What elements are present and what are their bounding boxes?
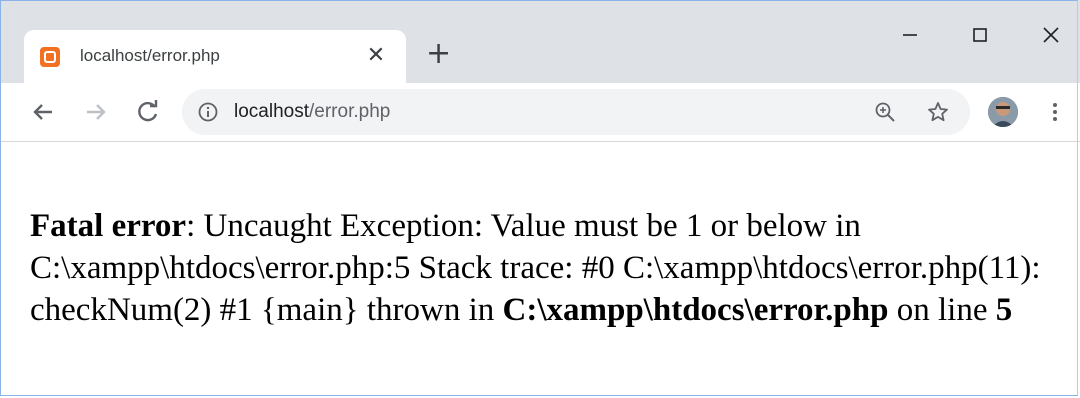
window-frame: [0, 0, 1078, 396]
